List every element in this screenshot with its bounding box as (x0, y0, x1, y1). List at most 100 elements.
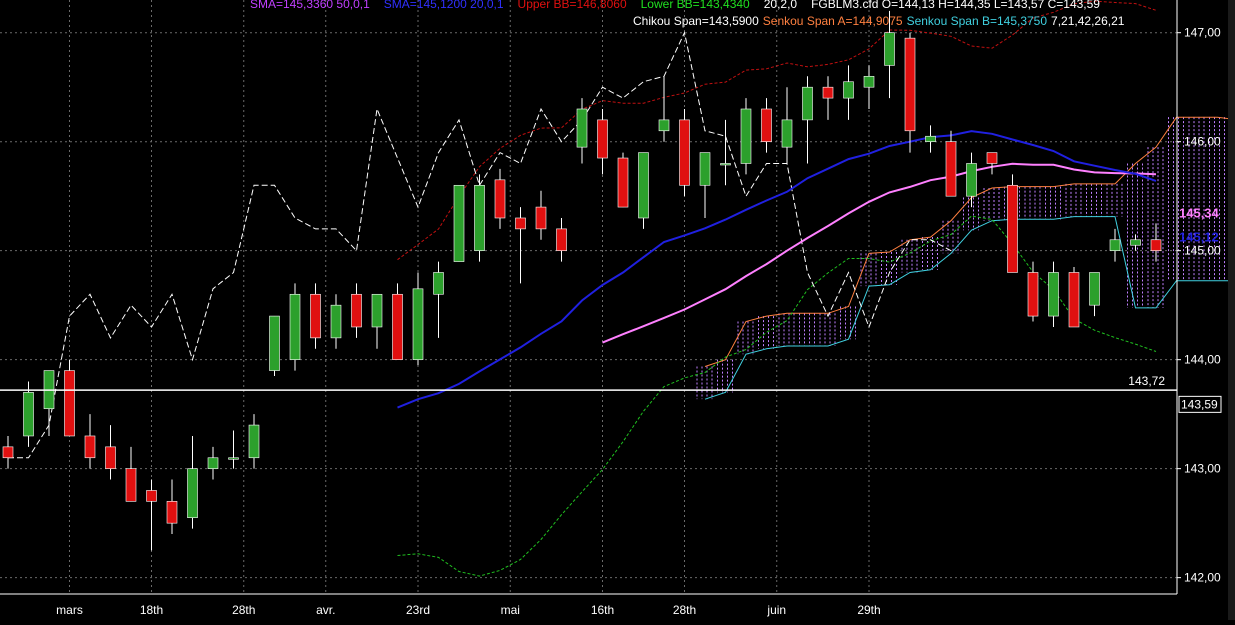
candle-body-down (597, 119, 608, 159)
candle-body-down (166, 501, 178, 524)
candle-49 (1007, 174, 1018, 273)
candle-body-up (23, 392, 34, 437)
candle-body-up (925, 135, 936, 142)
candle-body-up (966, 163, 977, 197)
x-tick-label: mars (56, 603, 83, 617)
candle-22 (453, 184, 465, 262)
candle-body-down (64, 370, 75, 437)
candle-body-up (1089, 272, 1100, 306)
candle-body-down (945, 141, 957, 197)
y-tick-label: 144,00 (1184, 353, 1221, 367)
chart-root: 143,72 142,00 143,00 144,00 145,00 146,00 147… (0, 0, 1235, 620)
candle-body-up (884, 32, 895, 66)
candle-19 (392, 283, 403, 360)
x-tick-label: juin (766, 603, 786, 617)
header-item: Senkou Span A=144,9075 (763, 14, 903, 28)
candle-body-down (904, 37, 916, 132)
header-item: FGBLM3.cfd O=144,13 H=144,35 L=143,57 C=… (811, 0, 1100, 11)
candle-body-up (658, 119, 670, 132)
candle-body-down (2, 446, 14, 459)
candle-body-up (720, 163, 731, 166)
x-tick-label: 28th (232, 603, 255, 617)
candle-body-up (740, 108, 752, 164)
candle-body-up (802, 86, 813, 121)
candle-body-down (351, 293, 362, 328)
y-tick-label: 147,00 (1184, 26, 1221, 40)
x-tick-label: 23rd (406, 603, 430, 617)
x-tick-label: 29th (857, 603, 880, 617)
candle-body-down (761, 108, 772, 142)
candle-body-up (1048, 272, 1059, 317)
x-tick-label: avr. (316, 603, 335, 617)
y-tick-label: 146,00 (1184, 135, 1221, 149)
candle-body-down (105, 446, 116, 469)
candle-body-down (617, 157, 629, 208)
y-tick-label: 145,00 (1184, 244, 1221, 258)
candle-body-down (679, 119, 690, 186)
candle-36 (740, 98, 752, 175)
candle-body-up (269, 315, 280, 371)
candle-body-up (412, 288, 424, 360)
header-item: SMA=145,1200 20,0,1 (384, 0, 504, 11)
candle-body-down (515, 217, 526, 230)
candle-13 (269, 315, 280, 377)
x-tick-label: mai (501, 603, 520, 617)
candle-body-up (699, 152, 711, 186)
header-item: SMA=145,3360 50,0,1 (250, 0, 370, 11)
candle-body-up (863, 75, 875, 88)
candle-body-up (330, 304, 342, 339)
price-marker-label: 145,34 (1179, 206, 1220, 221)
candle-body-up (433, 272, 444, 295)
price-marker-label: 143,59 (1181, 397, 1218, 411)
candle-body-down (84, 435, 96, 459)
header-item: 20,2,0 (764, 0, 798, 11)
candle-body-down (494, 179, 506, 219)
candle-body-up (1109, 239, 1121, 251)
candle-31 (638, 152, 649, 229)
y-tick-label: 143,00 (1184, 462, 1221, 476)
candle-body-up (638, 152, 649, 219)
candle-body-up (474, 184, 485, 251)
candle-body-down (392, 293, 403, 360)
candle-body-up (576, 108, 588, 148)
price-marker-label: 145,12 (1179, 230, 1219, 245)
candle-body-up (781, 119, 793, 148)
x-tick-label: 16th (591, 603, 614, 617)
x-tick-label: 28th (673, 603, 696, 617)
candle-body-up (207, 457, 219, 469)
candle-body-down (1068, 272, 1080, 328)
candle-body-up (187, 468, 198, 519)
candle-body-down (146, 490, 157, 502)
candle-33 (679, 108, 690, 197)
hline-label: 143,72 (1128, 374, 1165, 388)
candle-30 (617, 152, 629, 208)
candle-3 (64, 359, 75, 437)
header-item: Upper BB=146,8060 (518, 0, 627, 11)
header-item: Lower BB=143,4340 (641, 0, 750, 11)
candle-body-up (371, 293, 383, 328)
header-item: Senkou Span B=145,3750 (907, 14, 1048, 28)
candle-body-down (125, 468, 137, 502)
candle-body-down (986, 152, 998, 164)
candle-23 (474, 174, 485, 262)
header-item: Chikou Span=143,5900 (633, 14, 759, 28)
candle-body-down (822, 86, 834, 99)
candle-body-up (453, 184, 465, 262)
x-tick-label: 18th (140, 603, 163, 617)
candle-body-up (843, 81, 854, 99)
candle-body-down (1027, 272, 1039, 317)
candle-body-up (248, 424, 260, 459)
candle-body-down (535, 206, 547, 230)
candle-14 (289, 283, 301, 371)
candle-body-up (228, 457, 239, 460)
right-edge-strip (1228, 0, 1235, 620)
ichimoku-chart: 143,72 142,00 143,00 144,00 145,00 146,00 147… (0, 0, 1235, 620)
header-item: 7,21,42,26,21 (1051, 14, 1125, 28)
candle-52 (1068, 267, 1080, 328)
candle-body-up (1130, 239, 1141, 246)
candle-body-down (310, 293, 321, 339)
candle-body-down (1007, 184, 1018, 273)
y-tick-label: 142,00 (1184, 571, 1221, 585)
candle-body-down (1150, 239, 1162, 251)
candle-body-down (556, 228, 567, 251)
